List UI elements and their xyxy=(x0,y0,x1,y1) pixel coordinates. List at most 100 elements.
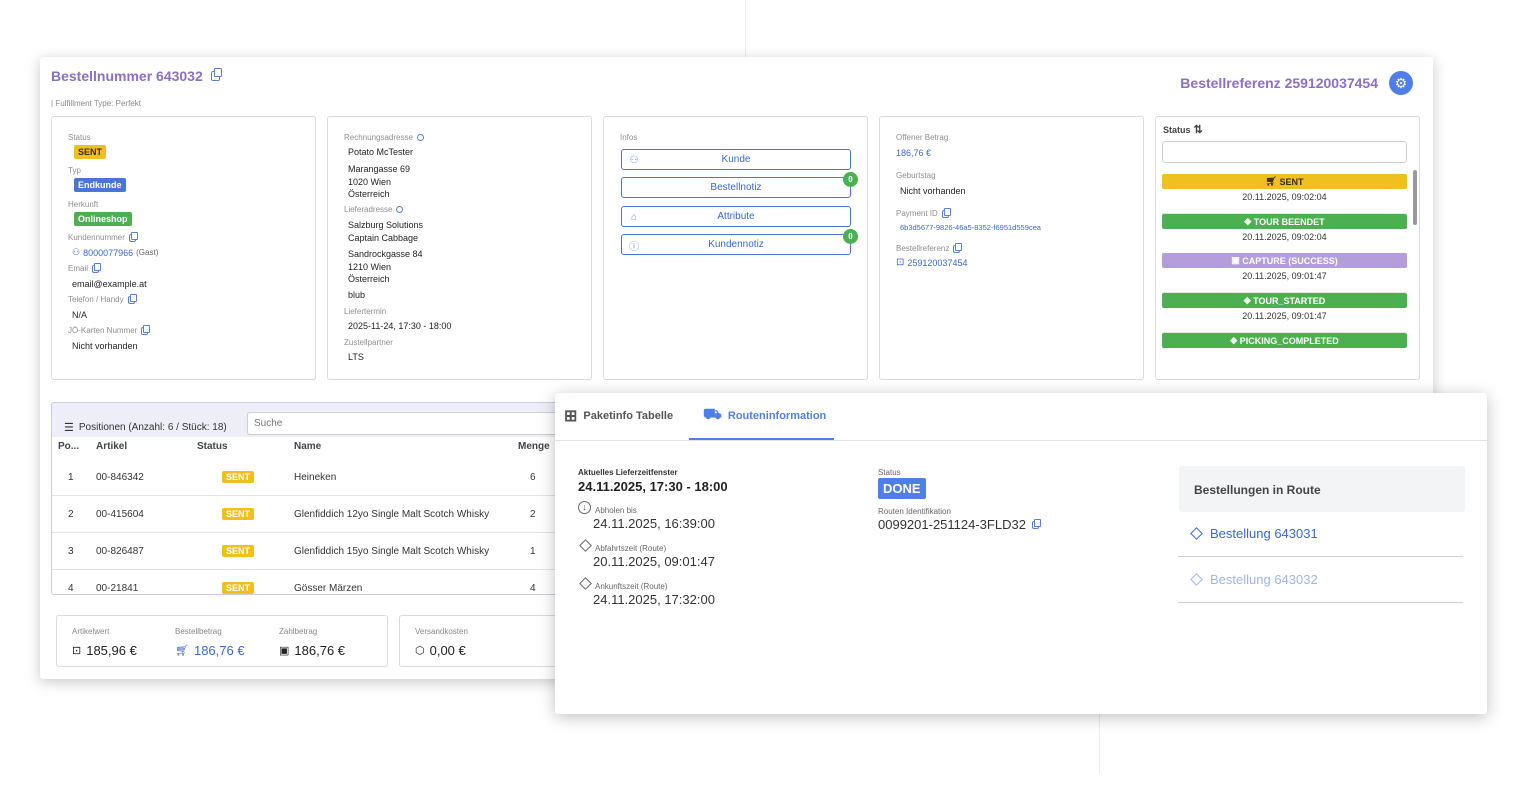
route-id: 0099201-251124-3FLD32 xyxy=(878,517,1041,532)
status-entry-time: 20.11.2025, 09:02:04 xyxy=(1242,192,1327,202)
info-icon: ⓘ xyxy=(629,241,639,253)
truck-icon: ⛟ xyxy=(703,406,722,423)
route-icon xyxy=(1190,527,1203,540)
billing-line: Marangasse 69 xyxy=(348,164,411,174)
customer-number-label: Kundennummer xyxy=(68,231,138,242)
table-row[interactable]: 4 00-21841 SENT Gösser Märzen 4 xyxy=(52,570,570,594)
shipping-value: ⬡ 0,00 € xyxy=(415,643,466,658)
status-entry-time: 20.11.2025, 09:01:47 xyxy=(1242,311,1327,321)
open-amount-label: Offener Betrag xyxy=(896,133,949,142)
delivery-line: Österreich xyxy=(348,274,390,284)
pos-cell: 2 xyxy=(68,509,74,520)
scrollbar[interactable] xyxy=(1413,170,1417,225)
bag-icon: ⊡ xyxy=(72,645,82,657)
copy-icon[interactable] xyxy=(128,231,138,242)
order-ref-label: Bestellreferenz xyxy=(896,242,963,253)
copy-icon[interactable] xyxy=(92,262,102,273)
status-entry-time: 20.11.2025, 09:02:04 xyxy=(1242,232,1327,242)
order-note-button[interactable]: Bestellnotiz 0 xyxy=(621,172,858,198)
copy-icon[interactable] xyxy=(141,324,151,335)
copy-icon[interactable] xyxy=(127,293,137,304)
positions-table: ☰ Positionen (Anzahl: 6 / Stück: 18) Po.… xyxy=(51,402,571,595)
type-label: Typ xyxy=(68,166,81,175)
status-entry-label: ◈ TOUR_STARTED xyxy=(1162,293,1407,308)
infos-label: Infos xyxy=(620,133,638,142)
email-value: email@example.at xyxy=(72,279,147,289)
table-row[interactable]: 2 00-415604 SENT Glenfiddich 12yo Single… xyxy=(52,496,570,533)
customer-note-button[interactable]: ⓘ Kundennotiz 0 xyxy=(621,229,858,255)
card-value: Nicht vorhanden xyxy=(72,341,138,351)
payment-id-label: Payment ID xyxy=(896,207,951,218)
status-label: Status xyxy=(68,133,91,142)
status-entry: ◈ TOUR_STARTED 20.11.2025, 09:01:47 xyxy=(1162,293,1407,333)
active-tab-indicator xyxy=(689,438,834,440)
route-icon: ◈ xyxy=(1230,335,1240,345)
fulfillment-type: | Fulfillment Type: Perfekt xyxy=(51,99,141,108)
status-filter-input[interactable] xyxy=(1162,141,1407,163)
route-order-link[interactable]: Bestellung 643032 xyxy=(1178,557,1463,603)
route-order-link[interactable]: Bestellung 643031 xyxy=(1178,511,1463,557)
customer-button[interactable]: ⚇ Kunde xyxy=(621,149,851,170)
column-header[interactable]: Menge xyxy=(518,441,550,452)
gift-icon: ⊞ xyxy=(564,408,578,425)
copy-icon[interactable] xyxy=(953,242,963,253)
payment-id-value[interactable]: 6b3d5677-9826-46a5-8352-f6951d559cea xyxy=(900,223,1041,232)
gear-icon: ⚙ xyxy=(1394,74,1408,91)
positions-search-input[interactable] xyxy=(247,412,570,435)
status-badge: SENT xyxy=(222,545,255,557)
order-ref: ⊡ 259120037454 xyxy=(896,257,967,268)
order-reference-title: Bestellreferenz 259120037454 xyxy=(1180,75,1378,91)
route-status-label: Status xyxy=(878,468,901,477)
settings-button[interactable]: ⚙ xyxy=(1389,71,1413,95)
qty-cell: 1 xyxy=(530,546,536,557)
article-cell: 00-21841 xyxy=(96,583,139,594)
delivery-line: blub xyxy=(348,290,366,300)
route-icon xyxy=(579,577,592,590)
billing-line: Österreich xyxy=(348,189,390,199)
customer-note-button-label: Kundennotiz xyxy=(708,239,764,250)
table-row[interactable]: 1 00-846342 SENT Heineken 6 xyxy=(52,459,570,496)
column-header[interactable]: Name xyxy=(294,441,321,452)
card-label: JÖ-Karten Nummer xyxy=(68,324,151,335)
order-title-text: Bestellnummer 643032 xyxy=(51,68,203,84)
arrow-down-icon: ↓ xyxy=(578,501,591,514)
totals-box: Artikelwert ⊡ 185,96 € Bestellbetrag 🛒︎ 18… xyxy=(56,615,388,667)
delivery-date-value: 2025-11-24, 17:30 - 18:00 xyxy=(348,321,452,331)
customer-number-link[interactable]: 8000077966 xyxy=(83,248,133,258)
copy-icon[interactable] xyxy=(1031,518,1041,529)
column-header[interactable]: Po... xyxy=(58,441,79,452)
status-badge: SENT xyxy=(222,471,255,483)
name-cell: Glenfiddich 12yo Single Malt Scotch Whis… xyxy=(294,509,490,520)
tab-route-info[interactable]: ⛟ Routeninformation xyxy=(703,406,826,425)
table-row[interactable]: 3 00-826487 SENT Glenfiddich 15yo Single… xyxy=(52,533,570,570)
order-ref-link[interactable]: 259120037454 xyxy=(907,258,967,268)
positions-title: ☰ Positionen (Anzahl: 6 / Stück: 18) xyxy=(64,422,227,434)
payment-amount-label: Zahlbetrag xyxy=(279,627,318,636)
cart-icon: 🛒︎ xyxy=(1265,176,1280,186)
status-entry: ◈ TOUR BEENDET 20.11.2025, 09:02:04 xyxy=(1162,214,1407,254)
attributes-button[interactable]: ⌂ Attribute xyxy=(621,206,851,227)
article-cell: 00-846342 xyxy=(96,472,144,483)
column-header[interactable]: Status xyxy=(197,441,228,452)
shipping-box: Versandkosten ⬡ 0,00 € xyxy=(399,615,559,667)
tab-package-info[interactable]: ⊞ Paketinfo Tabelle xyxy=(564,406,673,426)
customer-button-label: Kunde xyxy=(721,154,751,165)
status-panel-label: Status xyxy=(1163,124,1191,135)
departure-value: 20.11.2025, 09:01:47 xyxy=(593,554,715,569)
status-entry: ◈ PICKING_COMPLETED xyxy=(1162,333,1407,373)
sort-icon[interactable]: ⇅ xyxy=(1194,123,1203,136)
pickup-value: 24.11.2025, 16:39:00 xyxy=(593,516,715,531)
email-label: Email xyxy=(68,262,102,273)
birthday-value: Nicht vorhanden xyxy=(900,186,966,196)
copy-icon[interactable] xyxy=(210,68,222,81)
bag-icon: ⊡ xyxy=(896,257,905,268)
status-badge: SENT xyxy=(222,508,255,520)
copy-icon[interactable] xyxy=(941,207,951,218)
payment-panel: Offener Betrag 186,76 € Geburtstag Nicht… xyxy=(879,116,1144,380)
delivery-line: 1210 Wien xyxy=(348,262,392,272)
money-icon: ▣ xyxy=(279,645,290,657)
arrival-label: Ankunftszeit (Route) xyxy=(595,582,668,591)
orders-in-route-title: Bestellungen in Route xyxy=(1194,483,1321,497)
column-header[interactable]: Artikel xyxy=(96,441,127,452)
shipping-label: Versandkosten xyxy=(415,627,468,636)
